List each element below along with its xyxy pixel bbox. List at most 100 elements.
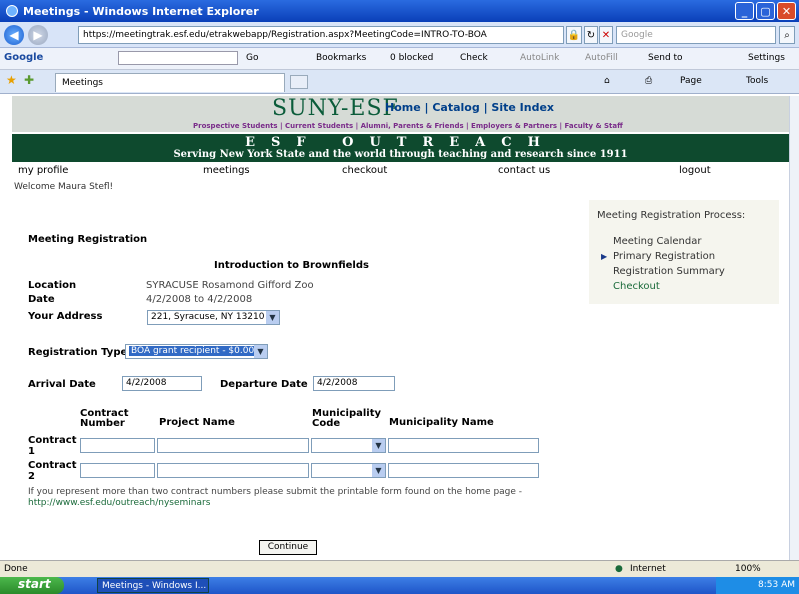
registration-type-value: BOA grant recipient - $0.00 [129, 346, 257, 356]
chevron-down-icon: ▼ [254, 345, 267, 358]
address-select[interactable]: 221, Syracuse, NY 13210 ▼ [147, 310, 280, 325]
col-municipality-name: Municipality Name [389, 417, 494, 428]
google-logo: Google [4, 52, 44, 63]
address-toolbar: ◀ ▶ https://meetingtrak.esf.edu/etrakweb… [0, 22, 799, 48]
contract-1-project-input[interactable] [157, 438, 309, 453]
autolink-button[interactable]: AutoLink [520, 53, 559, 63]
contract-1-label: Contract 1 [28, 435, 77, 457]
arrival-date-input[interactable]: 4/2/2008 [122, 376, 202, 391]
tab-label: Meetings [62, 78, 103, 88]
zone-text: Internet [630, 564, 666, 574]
window-title: Meetings - Windows Internet Explorer [23, 4, 259, 18]
maximize-button[interactable]: ▢ [756, 2, 775, 20]
col-contract-number: Contract Number [80, 408, 129, 429]
chevron-down-icon: ▼ [372, 464, 385, 477]
go-button[interactable]: Go [246, 53, 258, 63]
contract-1-number-input[interactable] [80, 438, 155, 453]
tools-menu[interactable]: Tools [746, 76, 768, 86]
note-text: If you represent more than two contract … [28, 487, 523, 497]
date-value: 4/2/2008 to 4/2/2008 [146, 294, 253, 305]
contract-2-municipality-name-input[interactable] [388, 463, 539, 478]
globe-icon: ● [615, 564, 623, 574]
start-button[interactable]: start [0, 577, 64, 594]
col-municipality-code: Municipality Code [312, 408, 382, 429]
header-links[interactable]: Home | Catalog | Site Index [385, 101, 554, 114]
registration-type-select[interactable]: BOA grant recipient - $0.00 ▼ [125, 344, 268, 359]
settings-button[interactable]: Settings [748, 53, 785, 63]
contract-2-label: Contract 2 [28, 460, 77, 482]
nav-contact-us[interactable]: contact us [498, 165, 550, 176]
registration-form: Meeting Registration Introduction to Bro… [12, 178, 789, 558]
stop-icon[interactable]: ✕ [599, 26, 613, 44]
contract-2-municipality-code-select[interactable]: ▼ [311, 463, 386, 478]
nav-logout[interactable]: logout [679, 165, 711, 176]
address-select-value: 221, Syracuse, NY 13210 [151, 312, 265, 322]
departure-date-input[interactable]: 4/2/2008 [313, 376, 395, 391]
nav-meetings[interactable]: meetings [203, 165, 250, 176]
departure-date-label: Departure Date [220, 379, 308, 390]
close-button[interactable]: ✕ [777, 2, 796, 20]
status-text: Done [4, 564, 28, 574]
ie-icon [6, 5, 18, 17]
status-bar: Done ● Internet 100% [0, 560, 799, 577]
continue-button[interactable]: Continue [259, 540, 317, 555]
audience-links[interactable]: Prospective Students | Current Students … [193, 122, 623, 130]
nav-checkout[interactable]: checkout [342, 165, 387, 176]
nav-my-profile[interactable]: my profile [18, 165, 68, 176]
more-contracts-note: If you represent more than two contract … [28, 487, 548, 509]
google-search-input[interactable] [118, 51, 238, 65]
main-nav: my profile meetings checkout contact us … [12, 164, 789, 178]
address-bar[interactable]: https://meetingtrak.esf.edu/etrakwebapp/… [78, 26, 564, 44]
add-favorite-icon[interactable]: ✚ [24, 73, 34, 87]
back-button[interactable]: ◀ [4, 25, 24, 45]
window-titlebar: Meetings - Windows Internet Explorer [0, 0, 799, 22]
meeting-title: Introduction to Brownfields [214, 260, 369, 271]
outreach-title: ESF OUTREACH [245, 135, 556, 150]
favorites-star-icon[interactable]: ★ [6, 73, 17, 87]
autofill-button[interactable]: AutoFill [585, 53, 618, 63]
task-label: Meetings - Windows I... [102, 581, 207, 591]
address-label: Your Address [28, 311, 103, 322]
tab-bar: ★ ✚ Meetings ⌂ ⎙ Page Tools [0, 70, 799, 94]
search-icon[interactable]: ⌕ [779, 26, 795, 44]
arrival-date-label: Arrival Date [28, 379, 96, 390]
lock-icon[interactable]: 🔒 [566, 26, 582, 44]
refresh-icon[interactable]: ↻ [584, 26, 598, 44]
site-title[interactable]: SUNY-ESF [272, 96, 399, 121]
contract-2-project-input[interactable] [157, 463, 309, 478]
col-project-name: Project Name [159, 417, 235, 428]
chevron-down-icon: ▼ [266, 311, 279, 324]
sendto-button[interactable]: Send to [648, 53, 683, 63]
nyseminars-link[interactable]: http://www.esf.edu/outreach/nyseminars [28, 498, 210, 508]
popup-blocker[interactable]: 0 blocked [390, 53, 433, 63]
chevron-down-icon: ▼ [372, 439, 385, 452]
date-label: Date [28, 294, 55, 305]
check-button[interactable]: Check [460, 53, 488, 63]
print-icon[interactable]: ⎙ [645, 76, 652, 86]
minimize-button[interactable]: _ [735, 2, 754, 20]
bookmarks-button[interactable]: Bookmarks [316, 53, 366, 63]
taskbar-item-meetings[interactable]: Meetings - Windows I... [97, 578, 209, 593]
registration-type-label: Registration Type [28, 347, 128, 358]
tab-meetings[interactable]: Meetings [55, 73, 285, 92]
form-heading: Meeting Registration [28, 234, 148, 245]
new-tab-button[interactable] [290, 75, 308, 89]
site-header: SUNY-ESF Home | Catalog | Site Index Pro… [12, 96, 789, 132]
start-label: start [18, 577, 51, 591]
system-tray: 8:53 AM [716, 577, 799, 594]
page-menu[interactable]: Page [680, 76, 702, 86]
taskbar: start Meetings - Windows I... 8:53 AM [0, 577, 799, 594]
location-label: Location [28, 280, 77, 291]
forward-button[interactable]: ▶ [28, 25, 48, 45]
contract-1-municipality-code-select[interactable]: ▼ [311, 438, 386, 453]
contract-2-number-input[interactable] [80, 463, 155, 478]
search-input[interactable]: Google [616, 26, 776, 44]
outreach-banner: ESF OUTREACH Serving New York State and … [12, 134, 789, 162]
outreach-tagline: Serving New York State and the world thr… [173, 149, 628, 160]
zoom-level[interactable]: 100% [735, 564, 761, 574]
vertical-scrollbar[interactable] [789, 96, 799, 560]
clock: 8:53 AM [758, 580, 795, 590]
contract-1-municipality-name-input[interactable] [388, 438, 539, 453]
location-value: SYRACUSE Rosamond Gifford Zoo [146, 280, 314, 291]
home-icon[interactable]: ⌂ [604, 76, 610, 86]
